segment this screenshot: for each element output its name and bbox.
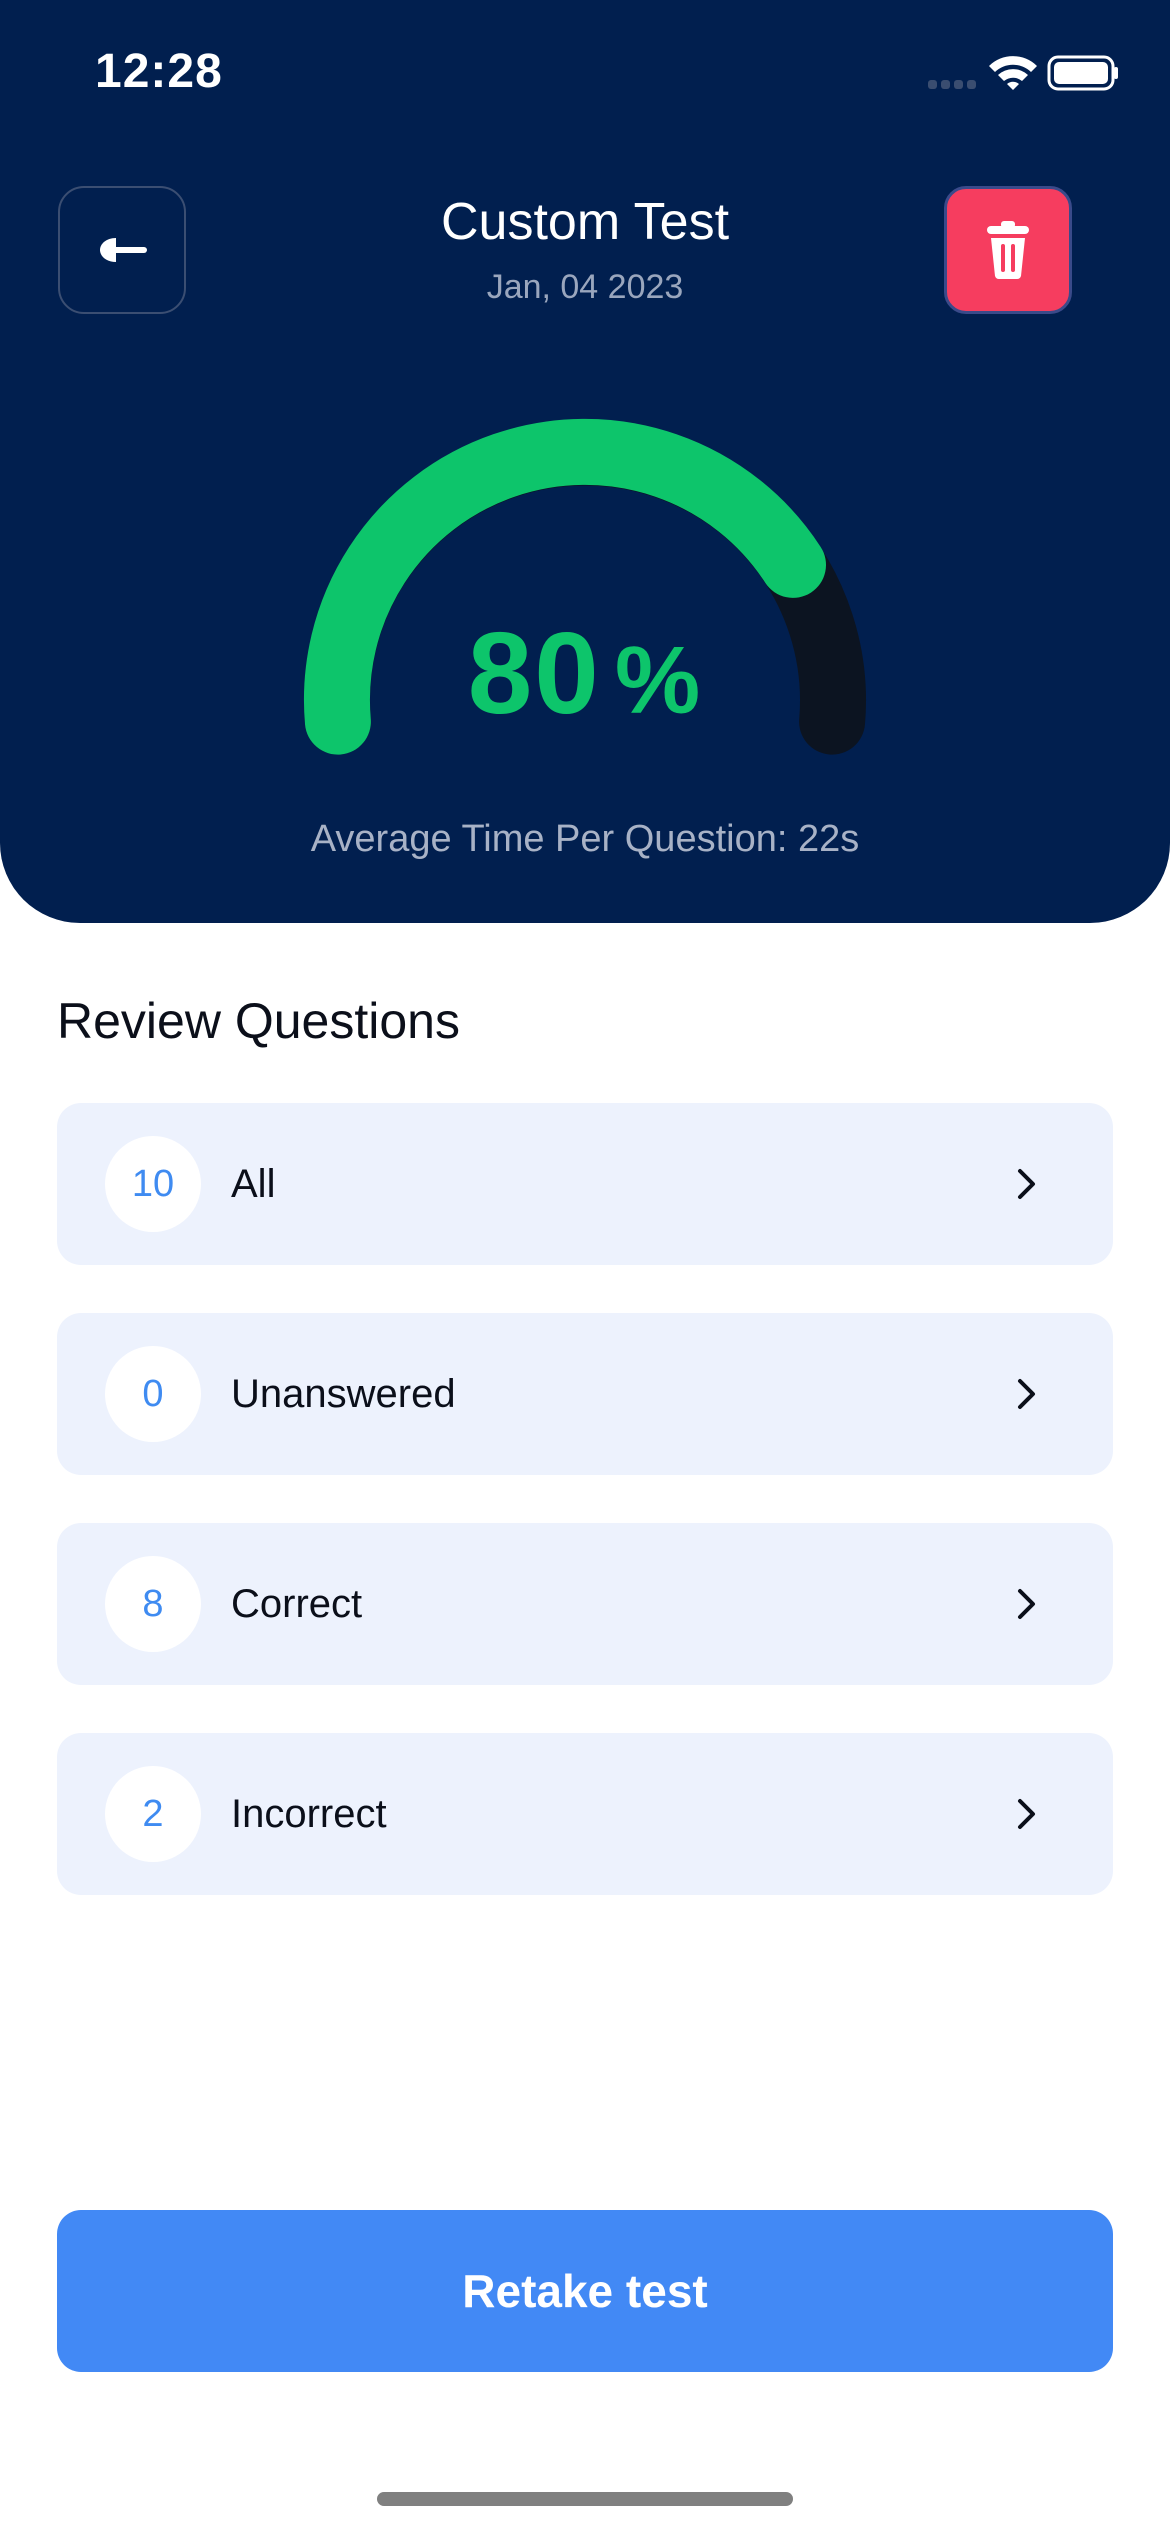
- retake-test-button[interactable]: Retake test: [57, 2210, 1113, 2372]
- review-item-label: All: [231, 1162, 276, 1206]
- battery-icon: [1047, 55, 1118, 91]
- chevron-right-icon: [1018, 1589, 1035, 1619]
- review-item-unanswered[interactable]: 0 Unanswered: [57, 1313, 1113, 1475]
- chevron-right-icon: [1018, 1799, 1035, 1829]
- chevron-right-icon: [1018, 1379, 1035, 1409]
- review-item-incorrect[interactable]: 2 Incorrect: [57, 1733, 1113, 1895]
- status-time: 12:28: [95, 45, 223, 98]
- review-item-label: Correct: [231, 1582, 363, 1626]
- score-number: 80: [467, 608, 601, 738]
- average-time: Average Time Per Question: 22s: [310, 818, 860, 860]
- chevron-right-icon: [1018, 1169, 1035, 1199]
- delete-button[interactable]: [944, 186, 1072, 314]
- review-questions-title: Review Questions: [57, 993, 460, 1049]
- result-header: 12:28 Custom Test Jan, 04 2023 80 % Aver…: [0, 0, 1170, 923]
- score-unit: %: [614, 627, 703, 734]
- home-indicator: [377, 2492, 793, 2506]
- review-count-badge: 8: [105, 1556, 201, 1652]
- signal-icon: [928, 80, 976, 89]
- score-value: 80%: [0, 606, 1170, 740]
- review-item-label: Unanswered: [231, 1372, 456, 1416]
- trash-icon: [987, 221, 1029, 279]
- status-icons: [928, 55, 1118, 91]
- review-item-all[interactable]: 10 All: [57, 1103, 1113, 1265]
- review-count-badge: 10: [105, 1136, 201, 1232]
- wifi-icon: [989, 56, 1037, 90]
- review-item-label: Incorrect: [231, 1792, 387, 1836]
- review-item-correct[interactable]: 8 Correct: [57, 1523, 1113, 1685]
- review-count-badge: 2: [105, 1766, 201, 1862]
- review-count-badge: 0: [105, 1346, 201, 1442]
